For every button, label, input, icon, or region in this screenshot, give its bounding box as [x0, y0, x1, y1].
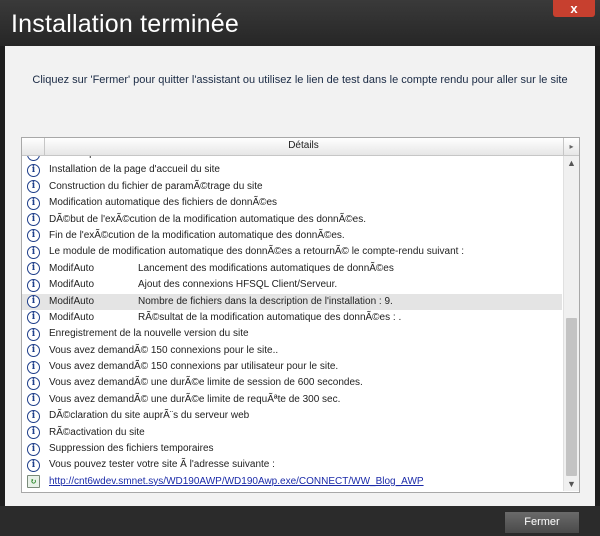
- list-item[interactable]: i ModifAuto Lancement des modifications au…: [22, 261, 562, 277]
- info-icon: i: [27, 426, 40, 440]
- list-item-text: Installation de la page d'accueil du sit…: [49, 164, 220, 176]
- list-item-text: Vous avez demandÃ© une durÃ©e limite de …: [49, 377, 363, 389]
- list-item[interactable]: i Enregistrement de la nouvelle version d…: [22, 326, 562, 342]
- scroll-up-icon[interactable]: ▲: [564, 156, 579, 170]
- list-item[interactable]: i ModifAuto RÃ©sultat de la modification a…: [22, 310, 562, 326]
- list-item[interactable]: i RÃ©activation du site: [22, 425, 562, 441]
- list-item[interactable]: i Le module de modification automatique d…: [22, 244, 562, 260]
- info-icon: i: [27, 295, 40, 309]
- info-icon: i: [27, 442, 40, 456]
- list-item-text: DÃ©claration du site auprÃ¨s du serveur …: [49, 410, 250, 422]
- list-item-text: ModifAuto: [49, 279, 95, 291]
- scroll-down-icon[interactable]: ▼: [564, 477, 579, 491]
- content-panel: Cliquez sur 'Fermer' pour quitter l'assi…: [5, 46, 595, 506]
- list-item-detail: RÃ©sultat de la modification automatique…: [138, 311, 402, 323]
- list-item-text: Vous avez demandÃ© 150 connexions par ut…: [49, 361, 339, 373]
- list-item[interactable]: i Construction du fichier de paramÃ©trage…: [22, 179, 562, 195]
- list-item[interactable]: i ModifAuto Nombre de fichiers dans la des…: [22, 293, 562, 310]
- vertical-scrollbar[interactable]: ▲ ▼: [563, 156, 579, 491]
- instruction-text: Cliquez sur 'Fermer' pour quitter l'assi…: [32, 74, 568, 86]
- info-icon: i: [27, 409, 40, 423]
- list-item-text: Vous avez demandÃ© une durÃ©e limite de …: [49, 393, 341, 405]
- list-item-text: Fin de l'exÃ©cution de la modification a…: [49, 229, 345, 241]
- details-list[interactable]: Détails ▸ i DÃ©compression terminÃ©e i Inst…: [21, 137, 580, 493]
- list-item-text: Construction du fichier de paramÃ©trage …: [49, 180, 263, 192]
- list-item[interactable]: i Vous avez demandÃ© 150 connexions pour …: [22, 343, 562, 359]
- list-item[interactable]: ↻ http://cnt6wdev.smnet.sys/WD190AWP/WD19…: [22, 474, 562, 490]
- info-icon: i: [27, 163, 40, 177]
- list-item[interactable]: i Vous pouvez tester votre site Ã l'adres…: [22, 457, 562, 473]
- title-bar: Installation terminée x: [0, 0, 600, 46]
- installer-window: Installation terminée x Cliquez sur 'Fer…: [0, 0, 600, 536]
- info-icon: i: [27, 156, 40, 161]
- list-item-detail: Nombre de fichiers dans la description d…: [138, 295, 393, 307]
- details-column-header[interactable]: Détails: [45, 140, 562, 151]
- info-icon: i: [27, 344, 40, 358]
- list-item[interactable]: i Vous avez demandÃ© une durÃ©e limite de…: [22, 392, 562, 408]
- footer-bar: Fermer: [0, 506, 600, 536]
- list-item-text: Vous pouvez tester votre site Ã l'adress…: [49, 459, 275, 471]
- header-scroll-right-icon[interactable]: ▸: [563, 138, 579, 155]
- list-item[interactable]: i Installation de la page d'accueil du si…: [22, 162, 562, 178]
- icon-column-header[interactable]: [22, 138, 45, 155]
- info-icon: i: [27, 311, 40, 325]
- list-item-detail: Ajout des connexions HFSQL Client/Serveu…: [138, 279, 338, 291]
- info-icon: i: [27, 213, 40, 227]
- list-item[interactable]: i Vous avez demandÃ© une durÃ©e limite de…: [22, 375, 562, 391]
- list-item-detail: Lancement des modifications automatiques…: [138, 262, 394, 274]
- list-item-text: Le module de modification automatique de…: [49, 246, 464, 258]
- list-item-text: RÃ©activation du site: [49, 426, 145, 438]
- list-item[interactable]: i Fin de l'exÃ©cution de la modification …: [22, 228, 562, 244]
- info-icon: i: [27, 360, 40, 374]
- link-icon: ↻: [27, 475, 40, 489]
- list-item-text: ModifAuto: [49, 295, 95, 307]
- list-item-text: Vous avez demandÃ© 150 connexions pour l…: [49, 344, 279, 356]
- info-icon: i: [27, 458, 40, 472]
- info-icon: i: [27, 376, 40, 390]
- info-icon: i: [27, 327, 40, 341]
- info-icon: i: [27, 262, 40, 276]
- list-rows-inner: i DÃ©compression terminÃ©e i Installation d…: [22, 156, 562, 490]
- list-item-text: ModifAuto: [49, 311, 95, 323]
- info-icon: i: [27, 245, 40, 259]
- list-item[interactable]: i Vous avez demandÃ© 150 connexions par u…: [22, 359, 562, 375]
- info-icon: i: [27, 229, 40, 243]
- list-header: Détails ▸: [22, 138, 579, 156]
- list-item[interactable]: i Suppression des fichiers temporaires: [22, 441, 562, 457]
- list-rows: i DÃ©compression terminÃ©e i Installation d…: [22, 156, 562, 490]
- list-item-text: DÃ©but de l'exÃ©cution de la modificatio…: [49, 213, 366, 225]
- list-item[interactable]: i Modification automatique des fichiers d…: [22, 195, 562, 211]
- test-site-link[interactable]: http://cnt6wdev.smnet.sys/WD190AWP/WD190…: [49, 476, 424, 487]
- list-item[interactable]: i ModifAuto Ajout des connexions HFSQL Cli…: [22, 277, 562, 293]
- list-item-text: Suppression des fichiers temporaires: [49, 443, 214, 455]
- info-icon: i: [27, 393, 40, 407]
- scroll-thumb[interactable]: [566, 318, 577, 476]
- info-icon: i: [27, 278, 40, 292]
- list-item-text: DÃ©compression terminÃ©e: [49, 156, 177, 159]
- fermer-button[interactable]: Fermer: [504, 511, 580, 534]
- info-icon: i: [27, 196, 40, 210]
- list-item[interactable]: i DÃ©claration du site auprÃ¨s du serveur…: [22, 408, 562, 424]
- window-title: Installation terminée: [11, 10, 239, 38]
- info-icon: i: [27, 180, 40, 194]
- list-item-text: Enregistrement de la nouvelle version du…: [49, 328, 249, 340]
- list-item-text: Modification automatique des fichiers de…: [49, 197, 278, 209]
- close-button[interactable]: x: [553, 0, 595, 17]
- list-item[interactable]: i DÃ©but de l'exÃ©cution de la modificati…: [22, 212, 562, 228]
- list-item-text: ModifAuto: [49, 262, 95, 274]
